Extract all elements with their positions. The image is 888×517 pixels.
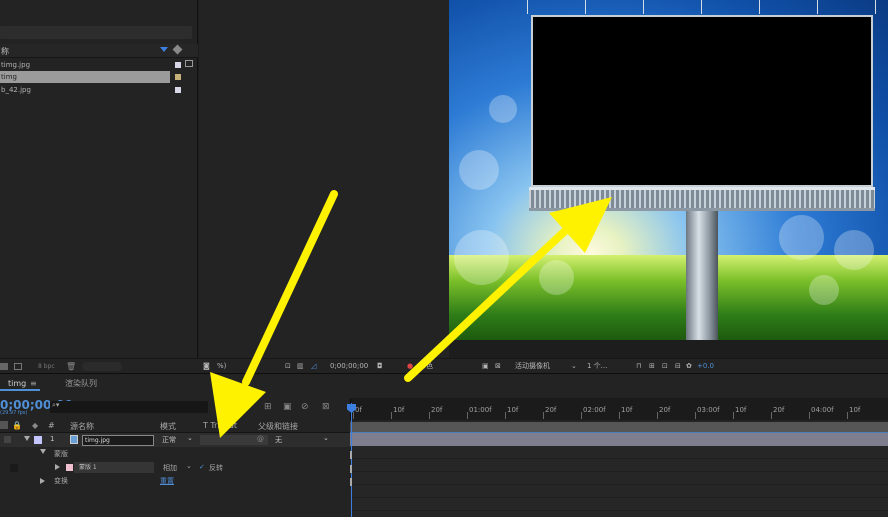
time-ruler[interactable]: 0f 10f 20f 01:00f 10f 20f 02:00f 10f 20f 03:00f 10…: [350, 398, 888, 420]
ruler-tick-mark: [429, 412, 430, 419]
billboard-pole: [686, 211, 718, 340]
resolution-icon[interactable]: ⊡: [285, 361, 291, 372]
project-column-header: 称: [0, 44, 198, 58]
project-item-selected[interactable]: timg: [0, 71, 170, 83]
ruler-tick-mark: [809, 412, 810, 419]
bokeh-light: [489, 95, 517, 123]
ruler-tick-label: 10f: [621, 406, 633, 414]
camera-dropdown[interactable]: 活动摄像机: [515, 361, 550, 372]
label-color-swatch[interactable]: [175, 87, 181, 93]
ruler-tick-label: 20f: [431, 406, 443, 414]
snapshot-camera-icon[interactable]: ◘: [377, 361, 383, 372]
trash-icon[interactable]: 🗑: [66, 362, 76, 371]
billboard-railing: [529, 187, 875, 211]
ruler-tick-mark: [467, 412, 468, 419]
label-color-swatch[interactable]: [175, 62, 181, 68]
ruler-tick-label: 03:00f: [697, 406, 720, 414]
exposure-reset-icon[interactable]: ✿: [686, 361, 692, 372]
bokeh-light: [779, 215, 824, 260]
composition-viewer[interactable]: [449, 0, 888, 340]
ruler-tick-label: 10f: [507, 406, 519, 414]
keyframe-marker[interactable]: [350, 451, 352, 459]
channel-dropdown[interactable]: 彩色: [419, 361, 433, 372]
project-name-column[interactable]: 称: [1, 46, 9, 57]
bokeh-light: [539, 260, 574, 295]
camera-chevron-icon[interactable]: ⌄: [571, 361, 577, 372]
views-dropdown[interactable]: 1 个...: [587, 361, 607, 372]
ruler-tick-label: 01:00f: [469, 406, 492, 414]
viewer-timecode[interactable]: 0;00;00;00: [330, 361, 368, 372]
flowchart-icon[interactable]: [185, 60, 193, 67]
project-item-label: timg.jpg: [1, 61, 31, 69]
ruler-tick-label: 20f: [545, 406, 557, 414]
ruler-tick-label: 02:00f: [583, 406, 606, 414]
timeline-toggle-icon[interactable]: ⊡: [662, 361, 668, 372]
project-item[interactable]: timg.jpg: [0, 59, 170, 71]
viewer-toolbar: ◙ %) ⊡ ▥ ◿ 0;00;00;00 ◘ ● 彩色 ▣ ⊠ 活动摄像机 ⌄…: [199, 358, 888, 373]
zoom-value: %): [217, 362, 227, 370]
layer-duration-bar[interactable]: [350, 432, 888, 446]
label-tag-icon[interactable]: [172, 44, 183, 55]
ruler-tick-mark: [771, 412, 772, 419]
interpret-footage-icon[interactable]: [0, 363, 8, 370]
views-layout-icon[interactable]: ⊓: [636, 361, 641, 372]
flowchart-toggle-icon[interactable]: ⊟: [675, 361, 681, 372]
channel-icon[interactable]: ●: [407, 361, 413, 372]
project-panel: 称 timg.jpg timg b_42.jpg: [0, 0, 198, 358]
exposure-value[interactable]: +0.0: [697, 361, 714, 372]
ruler-tick-label: 20f: [773, 406, 785, 414]
ruler-tick-mark: [657, 412, 658, 419]
timeline-graph-area: 0f 10f 20f 01:00f 10f 20f 02:00f 10f 20f 03:00f 10…: [0, 373, 888, 517]
thumbnail-slider[interactable]: [82, 362, 122, 371]
ruler-tick-mark: [847, 412, 848, 419]
empty-panel: [199, 0, 449, 358]
ruler-tick-mark: [695, 412, 696, 419]
ruler-tick-mark: [543, 412, 544, 419]
keyframe-marker[interactable]: [350, 465, 352, 473]
project-item-label: timg: [1, 73, 17, 81]
always-preview-icon[interactable]: ◙: [203, 361, 210, 372]
ruler-tick-mark: [581, 412, 582, 419]
track-rows: [350, 446, 888, 517]
ruler-tick-label: 10f: [393, 406, 405, 414]
ruler-tick-label: 04:00f: [811, 406, 834, 414]
project-search-input[interactable]: [0, 26, 192, 39]
sort-chevron-icon[interactable]: [160, 47, 168, 52]
new-folder-icon[interactable]: [14, 363, 22, 370]
playhead-line[interactable]: [351, 403, 352, 517]
fast-preview-icon[interactable]: ⊞: [649, 361, 655, 372]
work-area-bar[interactable]: [350, 422, 888, 432]
transparency-grid-icon[interactable]: ⊠: [495, 361, 501, 372]
grid-icon[interactable]: ▥: [297, 361, 304, 372]
mask-visibility-icon[interactable]: ◿: [311, 361, 316, 372]
ruler-tick-label: 10f: [849, 406, 861, 414]
project-bottom-toolbar: 8 bpc 🗑: [0, 358, 199, 373]
keyframe-marker[interactable]: [350, 478, 352, 486]
ruler-tick-mark: [619, 412, 620, 419]
ruler-tick-mark: [353, 412, 354, 419]
ruler-tick-mark: [505, 412, 506, 419]
zoom-dropdown[interactable]: %): [217, 361, 226, 372]
ruler-tick-label: 10f: [735, 406, 747, 414]
billboard-top-frame: [527, 0, 877, 14]
bokeh-light: [809, 275, 839, 305]
ruler-tick-label: 20f: [659, 406, 671, 414]
bokeh-light: [459, 150, 499, 190]
ruler-tick-mark: [391, 412, 392, 419]
bokeh-light: [454, 230, 509, 285]
bokeh-light: [834, 230, 874, 270]
project-item[interactable]: b_42.jpg: [0, 84, 170, 96]
ruler-tick-label: 0f: [355, 406, 362, 414]
project-item-label: b_42.jpg: [1, 86, 31, 94]
label-color-swatch[interactable]: [175, 74, 181, 80]
bpc-button[interactable]: 8 bpc: [38, 363, 55, 370]
ruler-tick-mark: [733, 412, 734, 419]
region-of-interest-icon[interactable]: ▣: [482, 361, 489, 372]
billboard-screen[interactable]: [531, 15, 873, 187]
